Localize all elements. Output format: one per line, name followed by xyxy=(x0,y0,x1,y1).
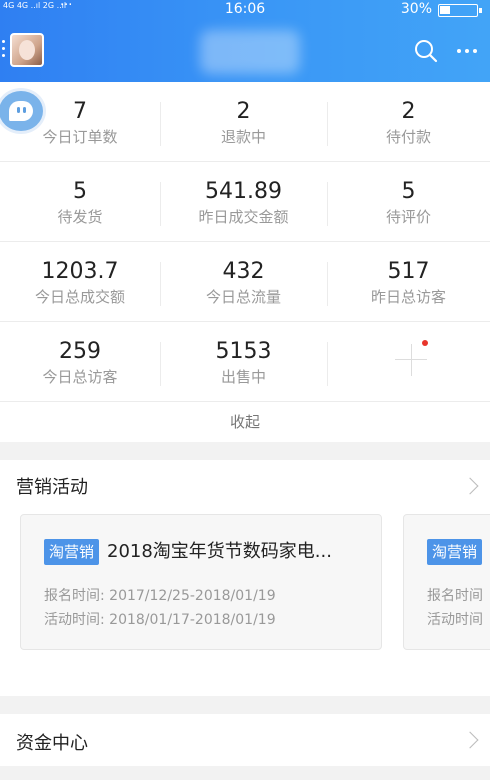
stat-label: 待发货 xyxy=(57,208,103,226)
stat-label: 退款中 xyxy=(220,128,266,146)
section-title: 资金中心 xyxy=(16,733,88,754)
stat-label: 今日总访客 xyxy=(42,368,118,386)
stat-value: 5 xyxy=(73,179,87,204)
stats-grid: 7 今日订单数 2 退款中 2 待付款 5 待发货 541.89 昨日成交金额 … xyxy=(0,82,490,402)
signup-time: 报名时间: 2017/12/25-2018/01/19 xyxy=(44,588,276,604)
marketing-section: 营销活动 淘营销 2018淘宝年货节数码家电... 报名时间: 2017/12/… xyxy=(0,460,490,696)
app-header: 4G 4G ..ıl 2G ..ıl ··· 16:06 30% xyxy=(0,0,490,82)
campaign-card[interactable]: 淘营销 2018淘宝年货节数码家电... 报名时间: 2017/12/25-20… xyxy=(20,514,382,650)
plus-icon xyxy=(395,342,429,376)
stat-refunding[interactable]: 2 退款中 xyxy=(160,82,327,162)
avatar[interactable] xyxy=(10,33,44,67)
stat-value: 5153 xyxy=(215,339,272,364)
stat-pending-review[interactable]: 5 待评价 xyxy=(327,162,490,242)
search-icon[interactable] xyxy=(413,38,439,64)
notification-dot xyxy=(422,340,428,346)
stat-label: 今日总成交额 xyxy=(34,288,125,306)
stat-value: 541.89 xyxy=(205,179,282,204)
stat-pending-shipment[interactable]: 5 待发货 xyxy=(0,162,160,242)
more-icon[interactable] xyxy=(454,38,480,64)
activity-time: 活动时间 xyxy=(427,612,483,628)
stat-value: 2 xyxy=(236,99,251,124)
page-title-redacted xyxy=(200,30,300,74)
add-stat-button[interactable] xyxy=(327,322,490,402)
stat-today-visitors[interactable]: 259 今日总访客 xyxy=(0,322,160,402)
stat-label: 待评价 xyxy=(385,208,431,226)
stats-row: 7 今日订单数 2 退款中 2 待付款 xyxy=(0,82,490,162)
stat-label: 昨日总访客 xyxy=(370,288,446,306)
drawer-handle-icon[interactable] xyxy=(2,40,6,60)
stat-label: 昨日成交金额 xyxy=(198,208,289,226)
stats-row: 1203.7 今日总成交额 432 今日总流量 517 昨日总访客 xyxy=(0,242,490,322)
stat-today-traffic[interactable]: 432 今日总流量 xyxy=(160,242,327,322)
chevron-right-icon xyxy=(461,731,479,749)
stat-label: 今日总流量 xyxy=(205,288,281,306)
stat-value: 1203.7 xyxy=(41,259,119,284)
campaign-tag: 淘营销 xyxy=(44,539,100,565)
stat-pending-payment[interactable]: 2 待付款 xyxy=(327,82,490,162)
collapse-button[interactable]: 收起 xyxy=(0,402,490,442)
fund-center-row[interactable]: 资金中心 xyxy=(0,714,490,766)
stat-label: 出售中 xyxy=(220,368,266,386)
stat-value: 2 xyxy=(401,99,416,124)
stat-value: 432 xyxy=(222,259,265,284)
activity-time: 活动时间: 2018/01/17-2018/01/19 xyxy=(44,612,276,628)
campaign-title: 2018淘宝年货节数码家电... xyxy=(107,541,332,562)
battery-icon xyxy=(438,4,482,17)
stat-value: 5 xyxy=(401,179,416,204)
stat-value: 517 xyxy=(387,259,430,284)
assistant-face-icon xyxy=(9,101,33,121)
stat-value: 259 xyxy=(59,339,101,364)
battery-percent: 30% xyxy=(400,1,432,17)
stats-row: 5 待发货 541.89 昨日成交金额 5 待评价 xyxy=(0,162,490,242)
stat-on-sale[interactable]: 5153 出售中 xyxy=(160,322,327,402)
stat-yesterday-amount[interactable]: 541.89 昨日成交金额 xyxy=(160,162,327,242)
stats-row: 259 今日总访客 5153 出售中 xyxy=(0,322,490,402)
stat-today-total-amount[interactable]: 1203.7 今日总成交额 xyxy=(0,242,160,322)
campaign-card[interactable]: 淘营销 报名时间 活动时间 xyxy=(403,514,490,650)
campaign-tag: 淘营销 xyxy=(427,539,483,565)
chevron-right-icon[interactable] xyxy=(461,477,479,495)
signup-time: 报名时间 xyxy=(427,588,483,604)
stat-label: 待付款 xyxy=(385,128,431,146)
section-title: 营销活动 xyxy=(16,477,88,498)
status-bar: 4G 4G ..ıl 2G ..ıl ··· 16:06 30% xyxy=(0,0,490,20)
stat-yesterday-visitors[interactable]: 517 昨日总访客 xyxy=(327,242,490,322)
